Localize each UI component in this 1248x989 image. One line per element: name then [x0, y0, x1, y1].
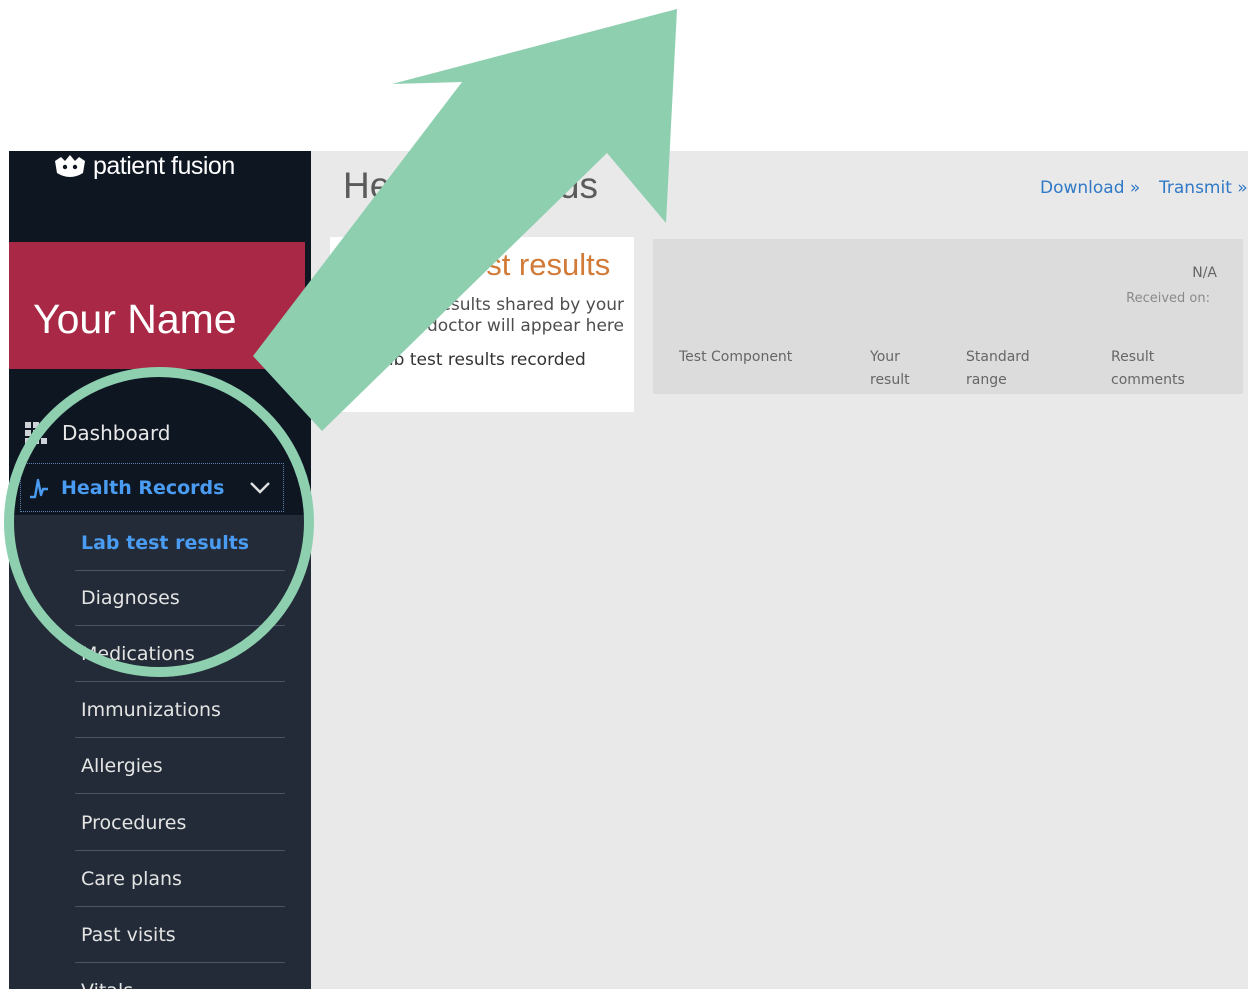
- sidebar-item-label: Care plans: [81, 868, 182, 890]
- column-header-standard-range: Standard range: [966, 349, 1030, 388]
- sidebar-item-label: Vitals: [81, 980, 133, 989]
- page-title: Health Records: [343, 165, 599, 206]
- nav-health-records-label: Health Records: [61, 476, 225, 499]
- sidebar-item-diagnoses[interactable]: Diagnoses: [75, 571, 285, 626]
- logo-icon: [55, 155, 85, 177]
- user-name[interactable]: Your Name: [33, 296, 237, 343]
- results-panel: N/A Received on: Test Component Your res…: [653, 239, 1243, 394]
- chevron-down-icon[interactable]: [249, 478, 271, 496]
- sidebar-item-label: Allergies: [81, 755, 163, 777]
- sidebar-item-label: Immunizations: [81, 699, 221, 721]
- empty-state-text: No lab test results recorded: [350, 350, 586, 370]
- column-header-test-component: Test Component: [679, 349, 793, 365]
- column-header-result-comments: Result comments: [1111, 349, 1185, 388]
- sidebar-item-label: Lab test results: [81, 532, 250, 554]
- pulse-icon: [30, 478, 48, 498]
- transmit-link[interactable]: Transmit »: [1159, 178, 1248, 198]
- sidebar-item-vitals[interactable]: Vitals: [75, 964, 285, 989]
- result-value: N/A: [1192, 265, 1217, 281]
- card-title: Lab test results: [400, 247, 611, 282]
- sidebar-item-allergies[interactable]: Allergies: [75, 739, 285, 794]
- nav-dashboard-label: Dashboard: [62, 421, 171, 445]
- nav-health-records[interactable]: Health Records: [20, 463, 284, 512]
- sidebar-item-lab-test-results[interactable]: Lab test results: [75, 516, 285, 571]
- brand-name: patient fusion: [93, 151, 235, 180]
- received-on-label: Received on:: [1126, 291, 1210, 306]
- lab-results-card: Lab test results Lab results shared by y…: [330, 237, 634, 412]
- grid-icon: [25, 422, 47, 444]
- brand-logo[interactable]: patient fusion: [53, 151, 235, 181]
- sidebar-item-medications[interactable]: Medications: [75, 627, 285, 682]
- sidebar-item-procedures[interactable]: Procedures: [75, 796, 285, 851]
- sidebar-item-label: Medications: [81, 643, 195, 665]
- download-link[interactable]: Download »: [1040, 178, 1140, 198]
- sidebar-item-label: Past visits: [81, 924, 176, 946]
- sidebar-item-care-plans[interactable]: Care plans: [75, 852, 285, 907]
- sidebar-item-label: Diagnoses: [81, 587, 180, 609]
- sidebar-item-label: Procedures: [81, 812, 187, 834]
- sidebar-item-past-visits[interactable]: Past visits: [75, 908, 285, 963]
- app-screen: patient fusion Your Name Dashboard Healt…: [9, 151, 1248, 989]
- sidebar: patient fusion Your Name Dashboard Healt…: [9, 151, 311, 989]
- card-description: Lab results shared by your doctor will a…: [397, 295, 624, 336]
- nav-dashboard[interactable]: Dashboard: [9, 408, 311, 458]
- sidebar-item-immunizations[interactable]: Immunizations: [75, 683, 285, 738]
- column-header-your-result: Your result: [870, 349, 910, 388]
